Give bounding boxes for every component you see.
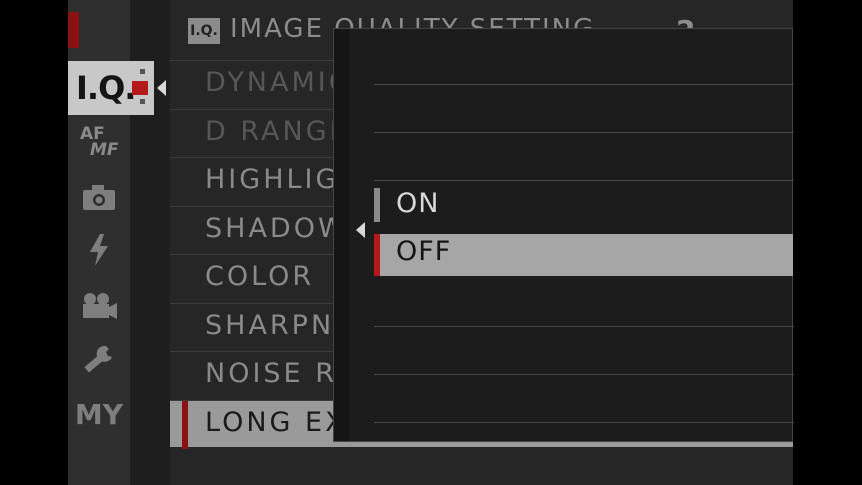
selection-marker (182, 401, 188, 449)
tab-setup[interactable] (68, 344, 130, 378)
my-menu-label: MY (74, 398, 124, 431)
popup-pointer-icon (356, 222, 365, 238)
flash-icon (90, 234, 108, 266)
option-label: OFF (396, 236, 452, 267)
tab-my-menu[interactable]: MY (68, 398, 130, 432)
wrench-icon (84, 345, 112, 373)
divider (374, 374, 794, 375)
divider (374, 326, 794, 327)
option-indicator (374, 234, 380, 276)
divider (374, 180, 794, 181)
option-label: ON (396, 188, 440, 219)
tab-image-quality-label: I.Q. (76, 69, 136, 107)
camera-icon (83, 185, 115, 210)
tab-image-quality[interactable]: I.Q. (68, 61, 154, 115)
tab-movie[interactable] (68, 292, 130, 322)
sidebar-pointer-icon (157, 80, 166, 96)
tab-shooting[interactable] (68, 183, 130, 213)
divider (374, 422, 794, 423)
iq-dot (140, 99, 145, 104)
menu-item-label: COLOR (205, 261, 315, 292)
iq-accent-block (132, 81, 148, 95)
tab-flash[interactable] (68, 234, 130, 268)
divider (374, 84, 794, 85)
sidebar-page-indicator (68, 12, 79, 48)
divider (374, 132, 794, 133)
iq-badge-icon: I.Q. (188, 18, 220, 44)
option-on[interactable]: ON (374, 186, 793, 228)
iq-dot (140, 69, 145, 74)
tab-af-mf[interactable]: AF MF (68, 124, 130, 164)
option-indicator (374, 188, 380, 222)
movie-icon (83, 293, 117, 319)
mf-label: MF (90, 140, 119, 160)
option-off[interactable]: OFF (374, 234, 793, 276)
